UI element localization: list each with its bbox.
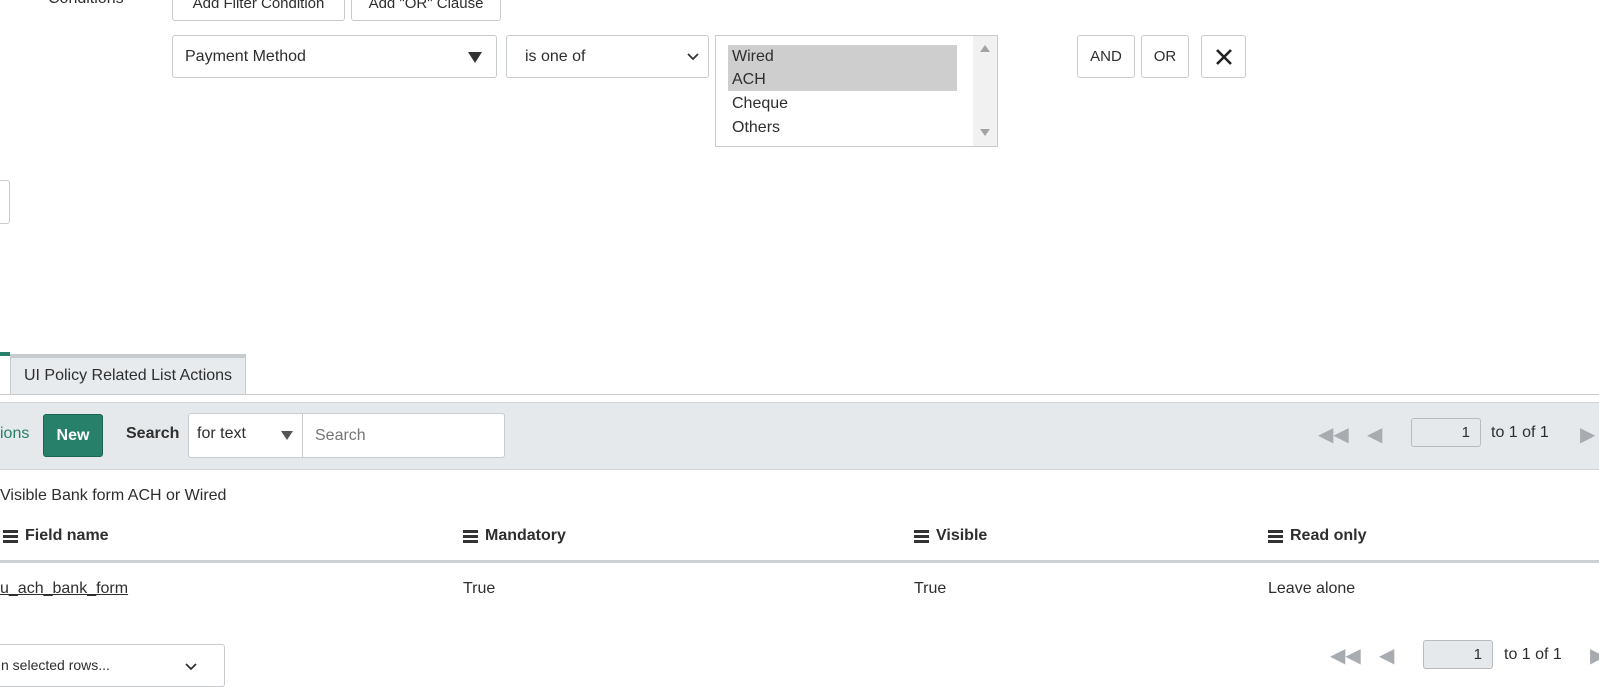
- tab-indicator: [0, 352, 10, 356]
- page-number-input[interactable]: 1: [1423, 640, 1493, 669]
- column-header-label: Mandatory: [485, 527, 566, 544]
- first-page-icon[interactable]: ◀◀: [1318, 425, 1349, 445]
- search-input[interactable]: [302, 413, 505, 458]
- or-button[interactable]: OR: [1141, 35, 1189, 78]
- left-edge-control[interactable]: [0, 180, 10, 224]
- visible-cell: True: [914, 580, 947, 597]
- first-page-icon[interactable]: ◀◀: [1330, 646, 1361, 666]
- scroll-down-icon[interactable]: [980, 129, 990, 136]
- next-page-icon[interactable]: ▶: [1580, 425, 1595, 445]
- column-header-field-name[interactable]: Field name: [3, 527, 109, 545]
- column-menu-icon[interactable]: [914, 529, 929, 543]
- search-label: Search: [126, 425, 180, 442]
- add-filter-condition-button[interactable]: Add Filter Condition: [172, 0, 345, 21]
- tab-divider: [0, 394, 1599, 395]
- column-header-label: Read only: [1290, 527, 1367, 544]
- search-scope-value: for text: [197, 425, 246, 442]
- listbox-option[interactable]: Others: [728, 116, 957, 139]
- search-scope-select[interactable]: for text: [188, 413, 303, 458]
- scroll-up-icon[interactable]: [980, 45, 990, 52]
- header-divider: [0, 560, 1599, 563]
- column-menu-icon[interactable]: [3, 529, 18, 543]
- add-or-clause-button[interactable]: Add "OR" Clause: [351, 0, 501, 21]
- operator-select-value: is one of: [525, 47, 586, 65]
- page-count-text: to 1 of 1: [1491, 424, 1549, 441]
- tab-label: UI Policy Related List Actions: [23, 367, 233, 384]
- column-menu-icon[interactable]: [1268, 529, 1283, 543]
- previous-page-icon[interactable]: ◀: [1379, 646, 1394, 666]
- column-header-mandatory[interactable]: Mandatory: [463, 527, 566, 545]
- listbox-option[interactable]: Wired: [728, 45, 957, 68]
- remove-condition-button[interactable]: [1201, 35, 1246, 78]
- listbox-option[interactable]: ACH: [728, 68, 957, 91]
- caret-down-icon: [468, 52, 482, 63]
- operator-select[interactable]: is one of: [506, 35, 709, 78]
- new-button[interactable]: New: [43, 414, 103, 457]
- column-header-visible[interactable]: Visible: [914, 527, 987, 545]
- field-select-value: Payment Method: [185, 47, 306, 65]
- field-select[interactable]: Payment Method: [172, 35, 497, 78]
- read-only-cell: Leave alone: [1268, 580, 1356, 597]
- chevron-down-icon: [687, 53, 699, 61]
- actions-label[interactable]: ions: [0, 425, 29, 443]
- bulk-action-value: n selected rows...: [1, 657, 110, 673]
- breadcrumb[interactable]: Visible Bank form ACH or Wired: [0, 487, 226, 505]
- conditions-label: Conditions: [48, 0, 124, 8]
- next-page-icon[interactable]: ▶: [1590, 646, 1599, 666]
- close-icon: [1215, 48, 1232, 65]
- and-button[interactable]: AND: [1077, 35, 1135, 78]
- column-menu-icon[interactable]: [463, 529, 478, 543]
- caret-down-icon: [281, 431, 293, 440]
- page-number-input[interactable]: 1: [1411, 418, 1481, 447]
- column-header-label: Field name: [25, 527, 109, 544]
- tab-ui-policy-related-list-actions[interactable]: UI Policy Related List Actions: [10, 354, 246, 394]
- previous-page-icon[interactable]: ◀: [1367, 425, 1382, 445]
- field-name-link[interactable]: u_ach_bank_form: [0, 580, 128, 598]
- column-header-read-only[interactable]: Read only: [1268, 527, 1366, 545]
- listbox-scrollbar[interactable]: [973, 36, 997, 146]
- mandatory-cell: True: [463, 580, 496, 597]
- value-listbox[interactable]: Wired ACH Cheque Others: [715, 35, 998, 147]
- listbox-option[interactable]: Cheque: [728, 92, 957, 115]
- list-toolbar: ions New Search for text ◀◀ ◀ 1 to 1 of …: [0, 402, 1599, 470]
- page-count-text: to 1 of 1: [1504, 646, 1562, 663]
- chevron-down-icon: [185, 663, 197, 671]
- column-header-label: Visible: [936, 527, 988, 544]
- bulk-action-select[interactable]: n selected rows...: [0, 644, 225, 687]
